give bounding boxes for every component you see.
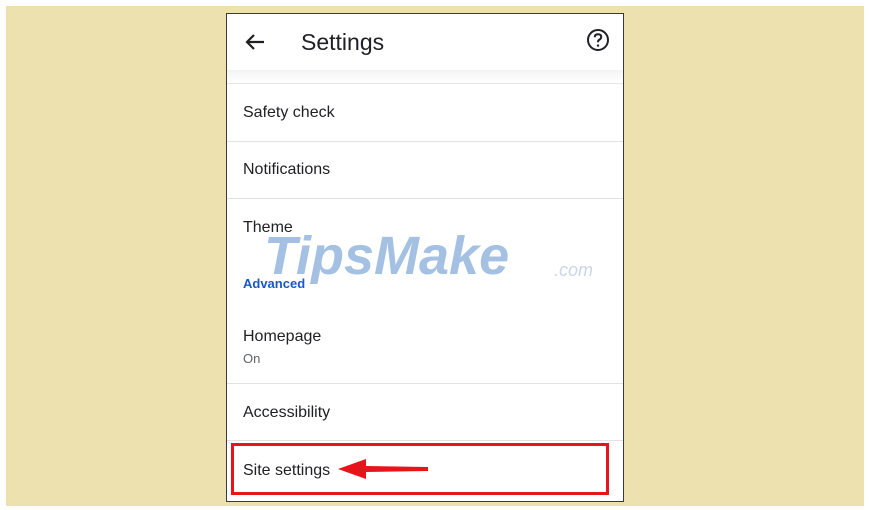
red-arrow-left-icon — [338, 459, 428, 479]
settings-item-label: Safety check — [243, 104, 335, 121]
settings-item-safety-check[interactable]: Safety check — [227, 84, 623, 142]
section-header-advanced: Advanced — [243, 276, 306, 291]
settings-item-homepage[interactable]: Homepage On — [227, 310, 623, 384]
settings-item-accessibility[interactable]: Accessibility — [227, 384, 623, 441]
settings-item-notifications[interactable]: Notifications — [227, 142, 623, 199]
app-bar: Settings — [227, 14, 623, 70]
help-circle-icon — [587, 29, 609, 51]
settings-item-theme[interactable]: Theme — [227, 199, 623, 247]
settings-item-sublabel: On — [243, 351, 261, 366]
page-title: Settings — [301, 29, 385, 55]
settings-screen: Settings Safety check Notifications Them… — [226, 13, 624, 502]
help-button[interactable] — [585, 27, 611, 53]
arrow-back-icon — [245, 34, 264, 50]
settings-item-label: Homepage — [243, 328, 322, 345]
back-button[interactable] — [241, 28, 269, 56]
settings-item-label: Theme — [243, 219, 293, 236]
app-bar-divider — [227, 70, 623, 84]
settings-item-label: Accessibility — [243, 404, 331, 421]
settings-item-label: Notifications — [243, 161, 331, 178]
